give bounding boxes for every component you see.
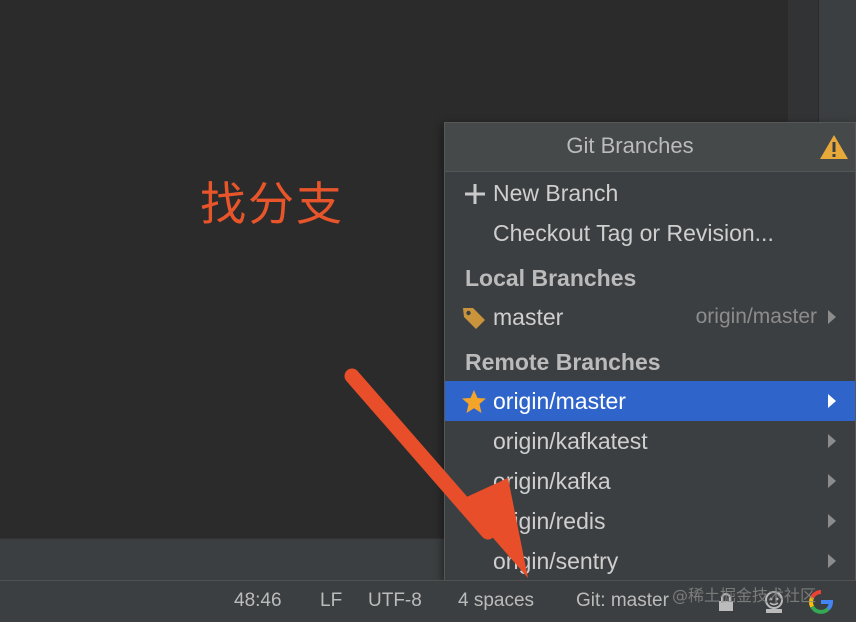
- remote-branch-item[interactable]: origin/sentry: [445, 541, 855, 581]
- tag-icon: [463, 308, 485, 329]
- new-branch-action[interactable]: New Branch: [445, 173, 855, 213]
- checkout-tag-label: Checkout Tag or Revision...: [493, 220, 774, 246]
- new-branch-label: New Branch: [493, 180, 619, 206]
- remote-branch-name: origin/sentry: [493, 548, 619, 574]
- ide-window: 找分支 Git Branches New Branch Checkout Tag…: [0, 0, 856, 622]
- checkout-tag-action[interactable]: Checkout Tag or Revision...: [445, 213, 855, 253]
- git-branch-widget[interactable]: Git: master: [576, 590, 669, 612]
- popup-header: Git Branches: [445, 123, 855, 172]
- local-branches-heading: Local Branches: [445, 259, 855, 299]
- local-branch-item[interactable]: master origin/master: [445, 297, 855, 337]
- plus-icon: [465, 184, 485, 204]
- local-branch-name: master: [493, 304, 564, 330]
- remote-branch-item[interactable]: origin/redis: [445, 501, 855, 541]
- remote-branch-name: origin/kafkatest: [493, 428, 648, 454]
- warning-icon[interactable]: [819, 133, 849, 161]
- remote-branches-heading: Remote Branches: [445, 343, 855, 383]
- file-encoding[interactable]: UTF-8: [368, 590, 422, 612]
- caret-position[interactable]: 48:46: [234, 590, 282, 612]
- git-branches-popup: Git Branches New Branch Checkout Tag or …: [444, 122, 856, 582]
- remote-branch-name: origin/master: [493, 388, 626, 414]
- watermark: @稀土掘金技术社区: [672, 586, 817, 605]
- local-branch-tracking: origin/master: [695, 305, 817, 328]
- line-separator[interactable]: LF: [320, 590, 342, 612]
- remote-branch-item[interactable]: origin/kafkatest: [445, 421, 855, 461]
- chevron-right-icon: [828, 310, 836, 324]
- remote-branch-name: origin/redis: [493, 508, 606, 534]
- popup-title: Git Branches: [566, 133, 694, 158]
- chevron-right-icon: [828, 434, 836, 448]
- annotation-text: 找分支: [200, 177, 344, 231]
- local-branches-label: Local Branches: [465, 265, 637, 291]
- chevron-right-icon: [828, 394, 836, 408]
- remote-branches-label: Remote Branches: [465, 349, 661, 375]
- chevron-right-icon: [828, 554, 836, 568]
- remote-branch-item[interactable]: origin/kafka: [445, 461, 855, 501]
- star-icon: [462, 390, 486, 413]
- chevron-right-icon: [828, 514, 836, 528]
- remote-branch-name: origin/kafka: [493, 468, 611, 494]
- remote-branch-item[interactable]: origin/master: [445, 381, 855, 421]
- indent-setting[interactable]: 4 spaces: [458, 590, 534, 612]
- chevron-right-icon: [828, 474, 836, 488]
